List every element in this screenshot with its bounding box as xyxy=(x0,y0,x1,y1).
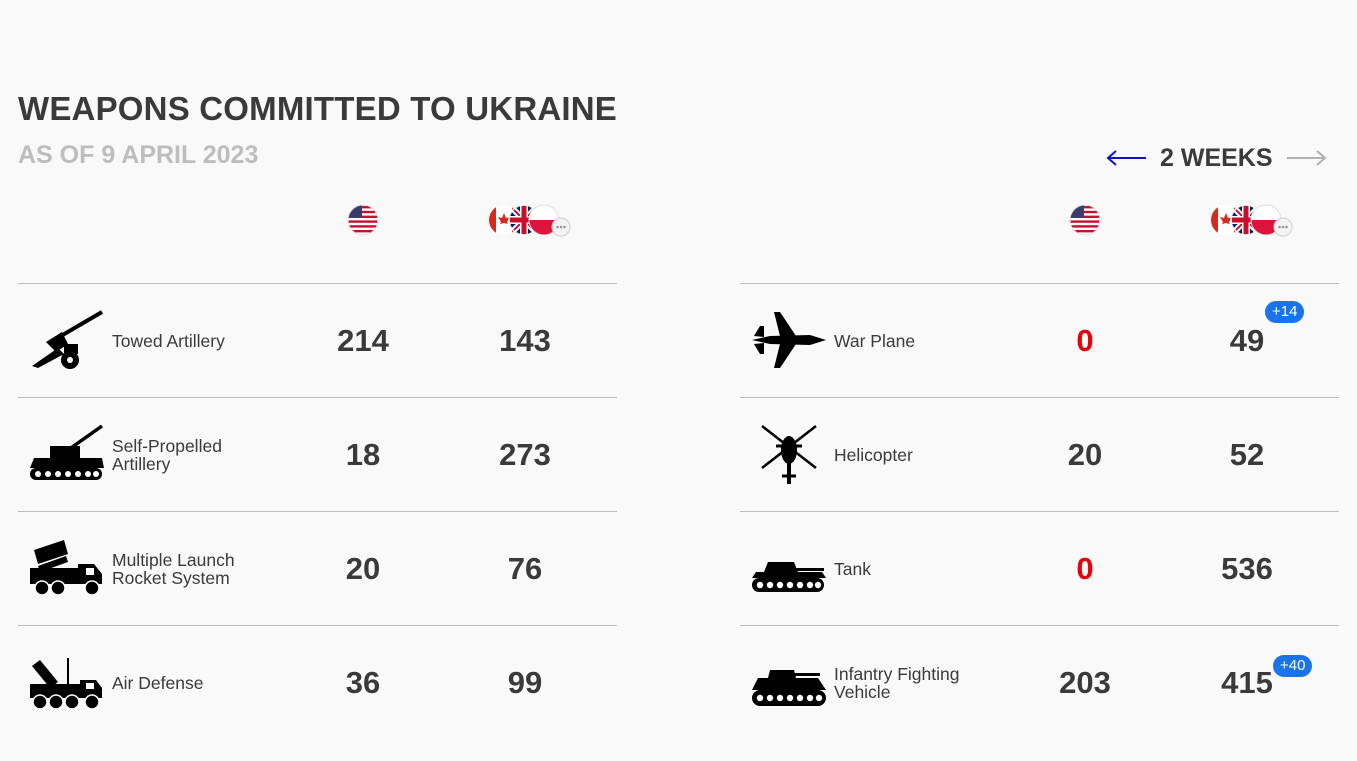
change-badge: +14 xyxy=(1265,301,1305,323)
allies-flags-icon xyxy=(488,204,572,238)
ifv-icon xyxy=(750,652,828,714)
war-plane-icon xyxy=(750,310,828,372)
us-flag-icon xyxy=(1069,204,1101,236)
weapon-row: Helicopter 20 52 xyxy=(740,398,1339,512)
us-count: 0 xyxy=(1076,322,1094,358)
self-propelled-artillery-icon xyxy=(28,424,106,486)
us-count: 214 xyxy=(337,322,389,358)
rocket-system-icon xyxy=(28,538,106,600)
allies-count: 143 xyxy=(499,322,551,358)
weapon-label: War Plane xyxy=(834,330,916,351)
air-defense-icon xyxy=(28,652,106,714)
tank-icon xyxy=(750,538,828,600)
allies-count: 99 xyxy=(507,664,543,700)
period-label: 2 WEEKS xyxy=(1160,143,1273,172)
allies-count: 536 xyxy=(1221,550,1273,586)
page-subtitle: AS OF 9 APRIL 2023 xyxy=(18,141,259,169)
weapon-row: Self-Propelled Artillery 18 273 xyxy=(18,398,617,512)
weapon-label: Self-Propelled Artillery xyxy=(112,435,222,474)
weapon-label: Helicopter xyxy=(834,444,913,465)
allies-count: 273 xyxy=(499,436,551,472)
weapon-row: Air Defense 36 99 xyxy=(18,626,617,739)
page: WEAPONS COMMITTED TO UKRAINE AS OF 9 APR… xyxy=(0,0,1357,761)
weapon-row: Tank 0 536 xyxy=(740,512,1339,626)
us-count: 36 xyxy=(345,664,381,700)
us-count: 18 xyxy=(345,436,381,472)
weapon-label: Tank xyxy=(834,558,871,579)
weapon-row: Towed Artillery 214 143 xyxy=(18,284,617,398)
weapon-label: Air Defense xyxy=(112,672,204,693)
us-count: 203 xyxy=(1059,664,1111,700)
us-count: 20 xyxy=(345,550,381,586)
weapon-label: Towed Artillery xyxy=(112,330,225,351)
right-table: War Plane 0 49 +14 Helicopter 20 52 Tank… xyxy=(740,198,1339,739)
allies-count: 76 xyxy=(507,550,543,586)
us-flag-icon xyxy=(347,204,379,236)
weapon-row: War Plane 0 49 +14 xyxy=(740,284,1339,398)
prev-period-arrow-icon[interactable] xyxy=(1104,148,1148,168)
weapon-label: Multiple Launch Rocket System xyxy=(112,549,235,588)
flags-header xyxy=(18,198,617,284)
left-table: Towed Artillery 214 143 Self-Propelled A… xyxy=(18,198,617,739)
weapon-label: Infantry Fighting Vehicle xyxy=(834,663,960,702)
page-title: WEAPONS COMMITTED TO UKRAINE xyxy=(18,90,617,127)
weapon-row: Infantry Fighting Vehicle 203 415 +40 xyxy=(740,626,1339,739)
period-navigator: 2 WEEKS xyxy=(1104,140,1329,176)
allies-count: 415 xyxy=(1221,664,1273,700)
us-count: 20 xyxy=(1067,436,1103,472)
change-badge: +40 xyxy=(1273,655,1313,677)
weapon-row: Multiple Launch Rocket System 20 76 xyxy=(18,512,617,626)
us-count: 0 xyxy=(1076,550,1094,586)
next-period-arrow-icon[interactable] xyxy=(1285,148,1329,168)
towed-artillery-icon xyxy=(28,310,106,372)
helicopter-icon xyxy=(750,424,828,486)
allies-count: 52 xyxy=(1229,436,1265,472)
allies-flags-icon xyxy=(1210,204,1294,238)
flags-header xyxy=(740,198,1339,284)
